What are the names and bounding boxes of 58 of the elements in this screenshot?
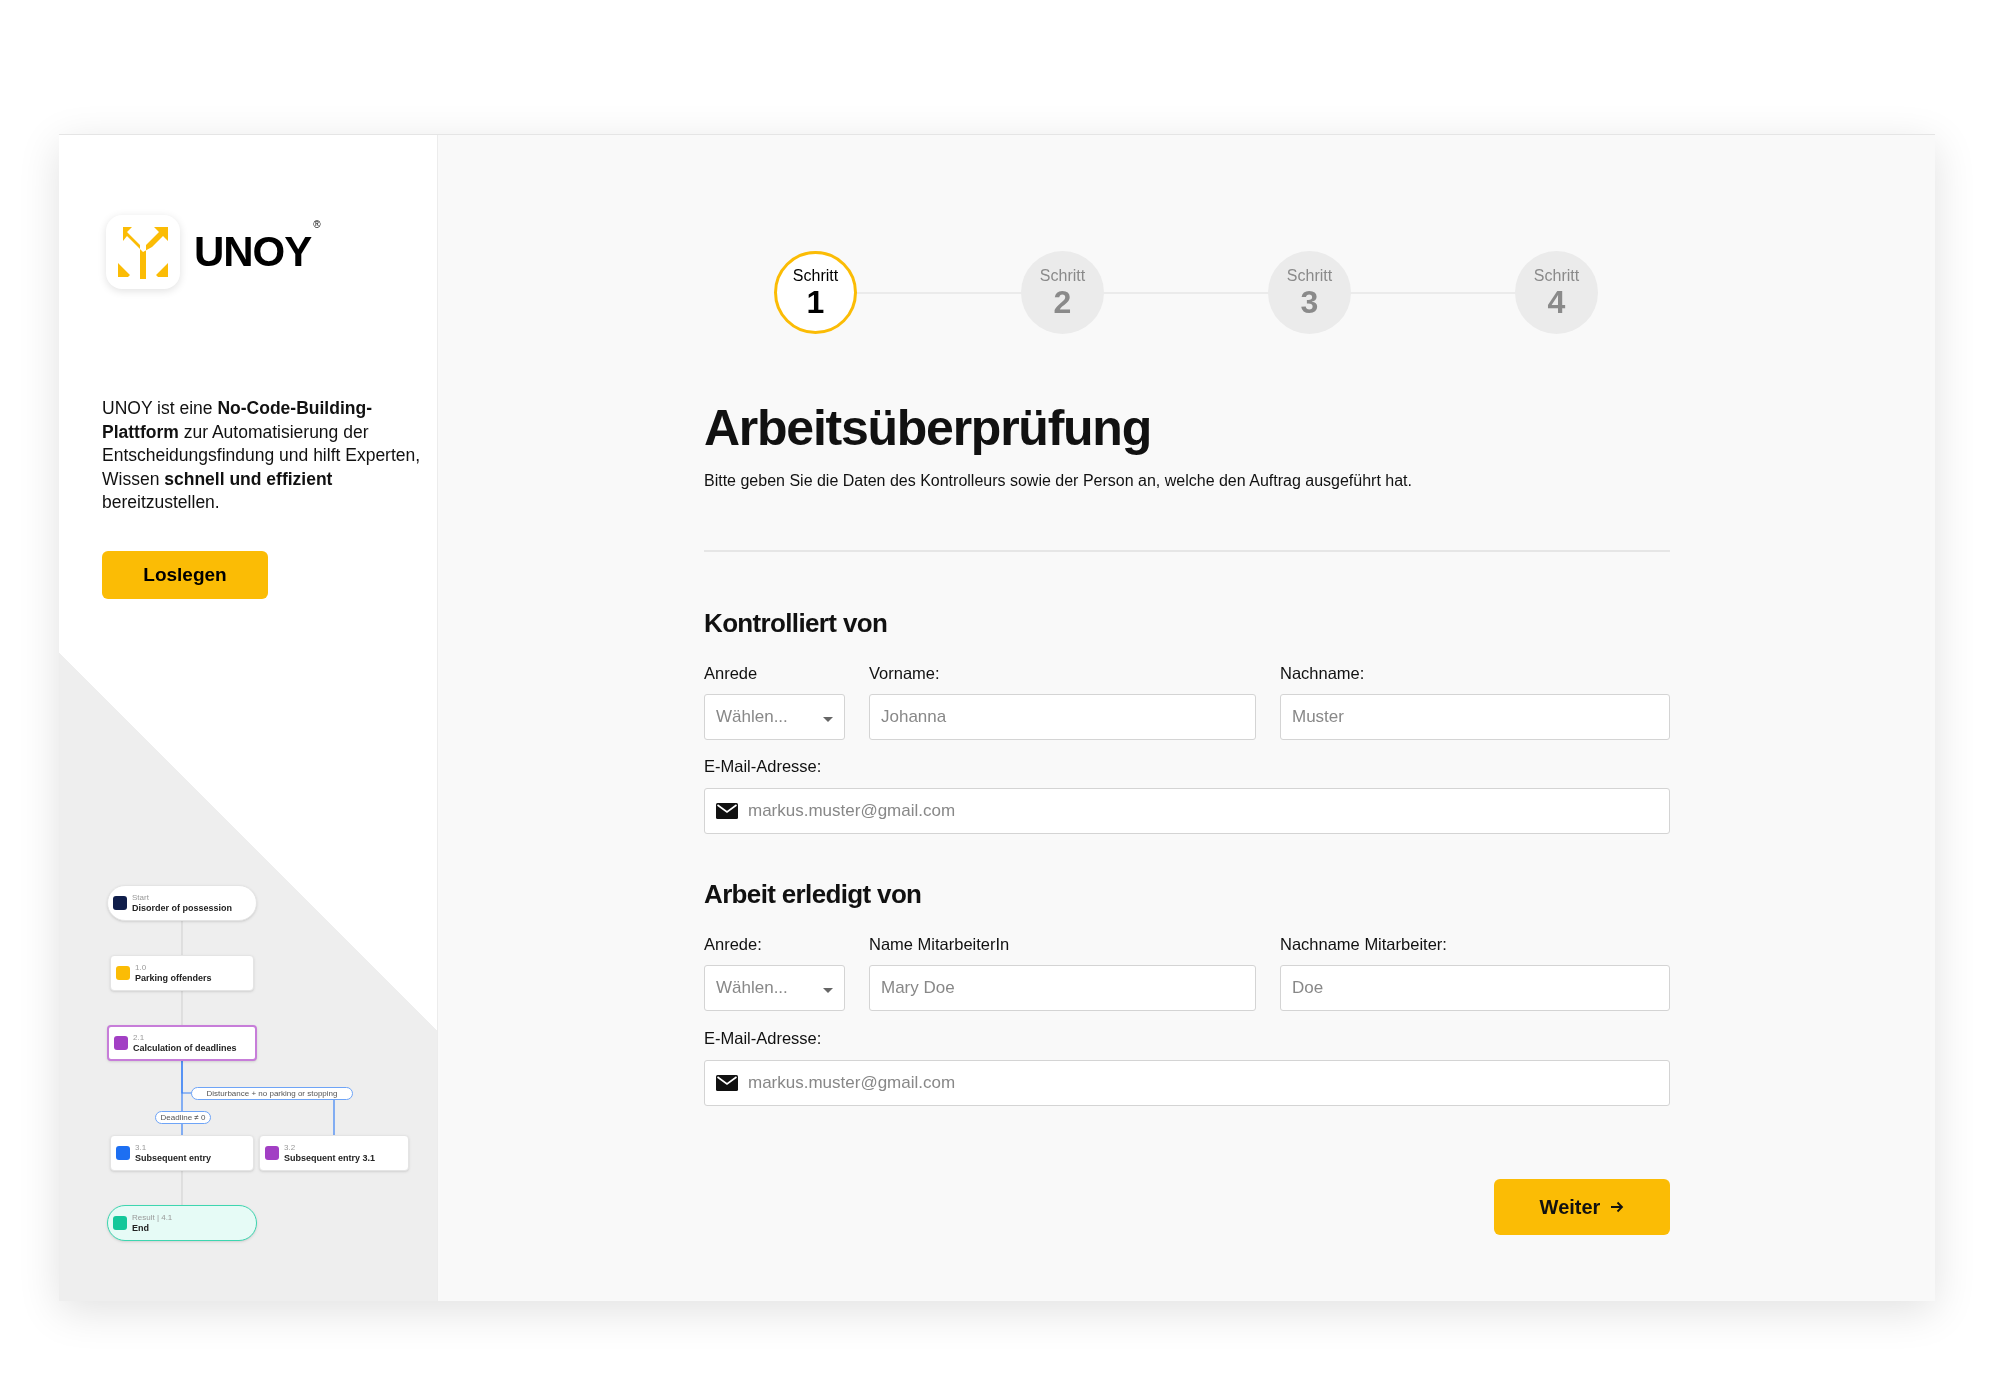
field-label: Vorname: [869, 663, 941, 684]
step-indicator[interactable]: Schritt 1 [774, 251, 857, 334]
envelope-icon [716, 803, 738, 819]
field-label: E-Mail-Adresse: [704, 1028, 823, 1049]
start-node-icon [113, 896, 127, 910]
edge-label: Disturbance + no parking or stopping [191, 1087, 353, 1100]
node-caption: 3.2 [284, 1142, 297, 1153]
edge-label: Deadline ≠ 0 [155, 1111, 211, 1124]
logo-icon [106, 215, 180, 289]
flow-node[interactable]: 2.1 Calculation of deadlines [107, 1025, 257, 1061]
flow-node[interactable]: 3.2 Subsequent entry 3.1 [259, 1135, 409, 1171]
node-title: Disorder of possession [132, 903, 233, 914]
field-label: Name MitarbeiterIn [869, 934, 1011, 955]
registered-mark: ® [313, 218, 321, 232]
field-label: Anrede: [704, 934, 763, 955]
text-input[interactable]: Mary Doe [869, 965, 1256, 1011]
node-title: End [132, 1223, 150, 1234]
magic-node-icon [265, 1146, 279, 1160]
page-title: Arbeitsüberprüfung [704, 399, 1152, 458]
node-caption: Result | 4.1 [132, 1212, 173, 1223]
caret-icon [823, 987, 833, 993]
field-label: Anrede [704, 663, 759, 684]
text-input[interactable]: Johanna [869, 694, 1256, 740]
email-input[interactable]: markus.muster@gmail.com [704, 1060, 1670, 1106]
node-caption: 2.1 [133, 1032, 146, 1043]
salutation-select[interactable]: Wählen... [704, 965, 845, 1011]
next-button[interactable]: Weiter [1494, 1179, 1670, 1235]
list-node-icon [116, 1146, 130, 1160]
envelope-icon [716, 1075, 738, 1091]
node-title: Parking offenders [135, 973, 212, 984]
node-caption: 3.1 [135, 1142, 148, 1153]
document-node-icon [116, 966, 130, 980]
salutation-select[interactable]: Wählen... [704, 694, 845, 740]
get-started-button[interactable]: Loslegen [102, 551, 268, 599]
node-title: Subsequent entry 3.1 [284, 1153, 376, 1164]
magic-node-icon [114, 1036, 128, 1050]
field-label: E-Mail-Adresse: [704, 756, 823, 777]
flow-node[interactable]: 1.0 Parking offenders [110, 955, 254, 991]
text-input[interactable]: Doe [1280, 965, 1670, 1011]
node-caption: Start [132, 892, 150, 903]
text-input[interactable]: Muster [1280, 694, 1670, 740]
subtitle-text: Bitte geben Sie die Daten des Kontrolleurs sowie der Person an, welche den Auftrag ausgeführt hat. [704, 471, 1413, 491]
caret-icon [823, 716, 833, 722]
brand-name: UNOY [194, 231, 312, 273]
field-label: Nachname Mitarbeiter: [1280, 934, 1448, 955]
node-title: Calculation of deadlines [133, 1043, 237, 1054]
node-caption: 1.0 [135, 962, 148, 973]
result-node-icon [113, 1216, 127, 1230]
field-label: Nachname: [1280, 663, 1366, 684]
node-title: Subsequent entry [135, 1153, 211, 1164]
email-input[interactable]: markus.muster@gmail.com [704, 788, 1670, 834]
flow-node[interactable]: Result | 4.1 End [107, 1205, 257, 1241]
section-title: Kontrolliert von [704, 607, 889, 639]
flow-node[interactable]: 3.1 Subsequent entry [110, 1135, 254, 1171]
description-text: UNOY ist eine No-Code-Building-Plattform zur Automatisierung der Entscheidungsfindung und hilft Experten, Wissen schnell und effizient bereitzustellen. [102, 397, 422, 514]
section-title: Arbeit erledigt von [704, 878, 923, 910]
arrow-right-icon [1610, 1201, 1625, 1213]
flow-node[interactable]: Start Disorder of possession [107, 885, 257, 921]
